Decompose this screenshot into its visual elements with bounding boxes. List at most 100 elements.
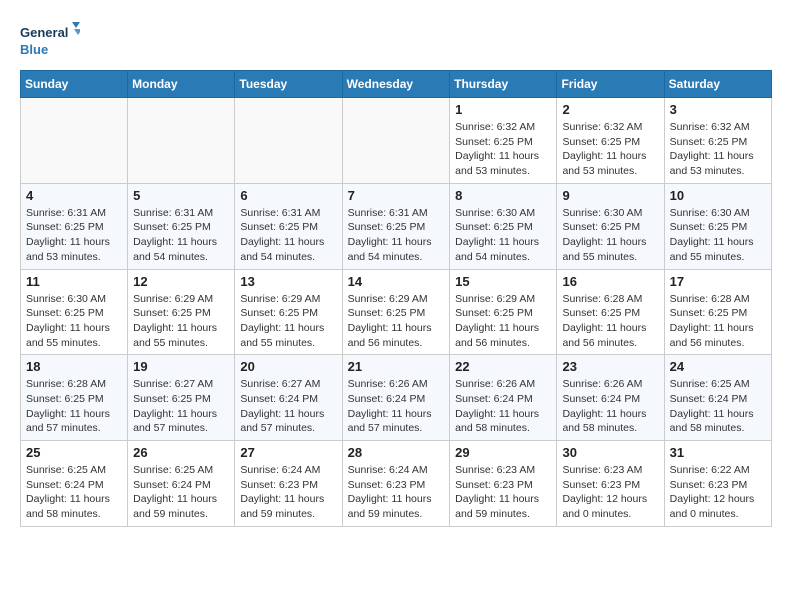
day-number: 16: [562, 274, 658, 289]
day-info: Sunrise: 6:28 AM Sunset: 6:25 PM Dayligh…: [670, 292, 766, 351]
calendar-table: SundayMondayTuesdayWednesdayThursdayFrid…: [20, 70, 772, 527]
day-info: Sunrise: 6:29 AM Sunset: 6:25 PM Dayligh…: [348, 292, 445, 351]
day-info: Sunrise: 6:30 AM Sunset: 6:25 PM Dayligh…: [562, 206, 658, 265]
calendar-cell: 22 Sunrise: 6:26 AM Sunset: 6:24 PM Dayli…: [450, 355, 557, 441]
day-number: 5: [133, 188, 229, 203]
day-number: 15: [455, 274, 551, 289]
calendar-cell: 28 Sunrise: 6:24 AM Sunset: 6:23 PM Dayli…: [342, 441, 450, 527]
calendar-cell: 12 Sunrise: 6:29 AM Sunset: 6:25 PM Dayli…: [128, 269, 235, 355]
weekday-header-wednesday: Wednesday: [342, 71, 450, 98]
day-number: 29: [455, 445, 551, 460]
day-number: 30: [562, 445, 658, 460]
logo-svg: General Blue: [20, 20, 80, 60]
day-info: Sunrise: 6:24 AM Sunset: 6:23 PM Dayligh…: [348, 463, 445, 522]
weekday-header-monday: Monday: [128, 71, 235, 98]
calendar-cell: 18 Sunrise: 6:28 AM Sunset: 6:25 PM Dayli…: [21, 355, 128, 441]
weekday-header-friday: Friday: [557, 71, 664, 98]
day-info: Sunrise: 6:29 AM Sunset: 6:25 PM Dayligh…: [240, 292, 336, 351]
calendar-cell: 21 Sunrise: 6:26 AM Sunset: 6:24 PM Dayli…: [342, 355, 450, 441]
day-info: Sunrise: 6:26 AM Sunset: 6:24 PM Dayligh…: [562, 377, 658, 436]
calendar-cell: 10 Sunrise: 6:30 AM Sunset: 6:25 PM Dayli…: [664, 183, 771, 269]
day-info: Sunrise: 6:27 AM Sunset: 6:25 PM Dayligh…: [133, 377, 229, 436]
day-number: 19: [133, 359, 229, 374]
day-number: 25: [26, 445, 122, 460]
day-info: Sunrise: 6:29 AM Sunset: 6:25 PM Dayligh…: [455, 292, 551, 351]
calendar-cell: [21, 98, 128, 184]
calendar-cell: 3 Sunrise: 6:32 AM Sunset: 6:25 PM Daylig…: [664, 98, 771, 184]
svg-text:General: General: [20, 25, 68, 40]
day-info: Sunrise: 6:32 AM Sunset: 6:25 PM Dayligh…: [562, 120, 658, 179]
calendar-cell: 8 Sunrise: 6:30 AM Sunset: 6:25 PM Daylig…: [450, 183, 557, 269]
day-info: Sunrise: 6:28 AM Sunset: 6:25 PM Dayligh…: [562, 292, 658, 351]
day-info: Sunrise: 6:31 AM Sunset: 6:25 PM Dayligh…: [348, 206, 445, 265]
day-number: 17: [670, 274, 766, 289]
calendar-cell: 27 Sunrise: 6:24 AM Sunset: 6:23 PM Dayli…: [235, 441, 342, 527]
day-number: 1: [455, 102, 551, 117]
day-number: 23: [562, 359, 658, 374]
day-number: 28: [348, 445, 445, 460]
day-number: 21: [348, 359, 445, 374]
day-number: 10: [670, 188, 766, 203]
weekday-header-thursday: Thursday: [450, 71, 557, 98]
day-number: 11: [26, 274, 122, 289]
calendar-cell: 7 Sunrise: 6:31 AM Sunset: 6:25 PM Daylig…: [342, 183, 450, 269]
day-number: 12: [133, 274, 229, 289]
calendar-cell: [342, 98, 450, 184]
day-info: Sunrise: 6:30 AM Sunset: 6:25 PM Dayligh…: [455, 206, 551, 265]
calendar-cell: 1 Sunrise: 6:32 AM Sunset: 6:25 PM Daylig…: [450, 98, 557, 184]
weekday-header-tuesday: Tuesday: [235, 71, 342, 98]
day-number: 8: [455, 188, 551, 203]
calendar-cell: 5 Sunrise: 6:31 AM Sunset: 6:25 PM Daylig…: [128, 183, 235, 269]
week-row-3: 11Sunrise: 6:30 AM Sunset: 6:25 PM Dayli…: [21, 269, 772, 355]
calendar-cell: 29 Sunrise: 6:23 AM Sunset: 6:23 PM Dayli…: [450, 441, 557, 527]
day-number: 27: [240, 445, 336, 460]
day-number: 6: [240, 188, 336, 203]
calendar-cell: 14 Sunrise: 6:29 AM Sunset: 6:25 PM Dayli…: [342, 269, 450, 355]
day-info: Sunrise: 6:26 AM Sunset: 6:24 PM Dayligh…: [348, 377, 445, 436]
day-info: Sunrise: 6:31 AM Sunset: 6:25 PM Dayligh…: [26, 206, 122, 265]
day-number: 4: [26, 188, 122, 203]
calendar-cell: 11Sunrise: 6:30 AM Sunset: 6:25 PM Dayli…: [21, 269, 128, 355]
day-number: 18: [26, 359, 122, 374]
day-info: Sunrise: 6:23 AM Sunset: 6:23 PM Dayligh…: [455, 463, 551, 522]
day-number: 22: [455, 359, 551, 374]
day-info: Sunrise: 6:29 AM Sunset: 6:25 PM Dayligh…: [133, 292, 229, 351]
day-number: 3: [670, 102, 766, 117]
day-info: Sunrise: 6:22 AM Sunset: 6:23 PM Dayligh…: [670, 463, 766, 522]
day-number: 24: [670, 359, 766, 374]
calendar-cell: 16 Sunrise: 6:28 AM Sunset: 6:25 PM Dayli…: [557, 269, 664, 355]
week-row-4: 18 Sunrise: 6:28 AM Sunset: 6:25 PM Dayli…: [21, 355, 772, 441]
calendar-cell: 25Sunrise: 6:25 AM Sunset: 6:24 PM Dayli…: [21, 441, 128, 527]
calendar-cell: 9Sunrise: 6:30 AM Sunset: 6:25 PM Daylig…: [557, 183, 664, 269]
calendar-cell: 26Sunrise: 6:25 AM Sunset: 6:24 PM Dayli…: [128, 441, 235, 527]
page-header: General Blue: [20, 20, 772, 60]
calendar-cell: [235, 98, 342, 184]
day-info: Sunrise: 6:26 AM Sunset: 6:24 PM Dayligh…: [455, 377, 551, 436]
day-info: Sunrise: 6:32 AM Sunset: 6:25 PM Dayligh…: [670, 120, 766, 179]
calendar-cell: 23 Sunrise: 6:26 AM Sunset: 6:24 PM Dayli…: [557, 355, 664, 441]
day-info: Sunrise: 6:32 AM Sunset: 6:25 PM Dayligh…: [455, 120, 551, 179]
calendar-cell: 19 Sunrise: 6:27 AM Sunset: 6:25 PM Dayli…: [128, 355, 235, 441]
logo: General Blue: [20, 20, 80, 60]
day-number: 26: [133, 445, 229, 460]
calendar-cell: 30Sunrise: 6:23 AM Sunset: 6:23 PM Dayli…: [557, 441, 664, 527]
day-info: Sunrise: 6:25 AM Sunset: 6:24 PM Dayligh…: [670, 377, 766, 436]
week-row-2: 4 Sunrise: 6:31 AM Sunset: 6:25 PM Daylig…: [21, 183, 772, 269]
day-number: 14: [348, 274, 445, 289]
day-number: 20: [240, 359, 336, 374]
day-info: Sunrise: 6:24 AM Sunset: 6:23 PM Dayligh…: [240, 463, 336, 522]
day-info: Sunrise: 6:27 AM Sunset: 6:24 PM Dayligh…: [240, 377, 336, 436]
day-number: 31: [670, 445, 766, 460]
day-number: 2: [562, 102, 658, 117]
day-number: 7: [348, 188, 445, 203]
day-info: Sunrise: 6:28 AM Sunset: 6:25 PM Dayligh…: [26, 377, 122, 436]
weekday-header-saturday: Saturday: [664, 71, 771, 98]
svg-text:Blue: Blue: [20, 42, 48, 57]
calendar-cell: 17 Sunrise: 6:28 AM Sunset: 6:25 PM Dayli…: [664, 269, 771, 355]
day-info: Sunrise: 6:31 AM Sunset: 6:25 PM Dayligh…: [133, 206, 229, 265]
weekday-header-row: SundayMondayTuesdayWednesdayThursdayFrid…: [21, 71, 772, 98]
day-info: Sunrise: 6:30 AM Sunset: 6:25 PM Dayligh…: [670, 206, 766, 265]
calendar-cell: 31 Sunrise: 6:22 AM Sunset: 6:23 PM Dayli…: [664, 441, 771, 527]
week-row-5: 25Sunrise: 6:25 AM Sunset: 6:24 PM Dayli…: [21, 441, 772, 527]
day-info: Sunrise: 6:31 AM Sunset: 6:25 PM Dayligh…: [240, 206, 336, 265]
